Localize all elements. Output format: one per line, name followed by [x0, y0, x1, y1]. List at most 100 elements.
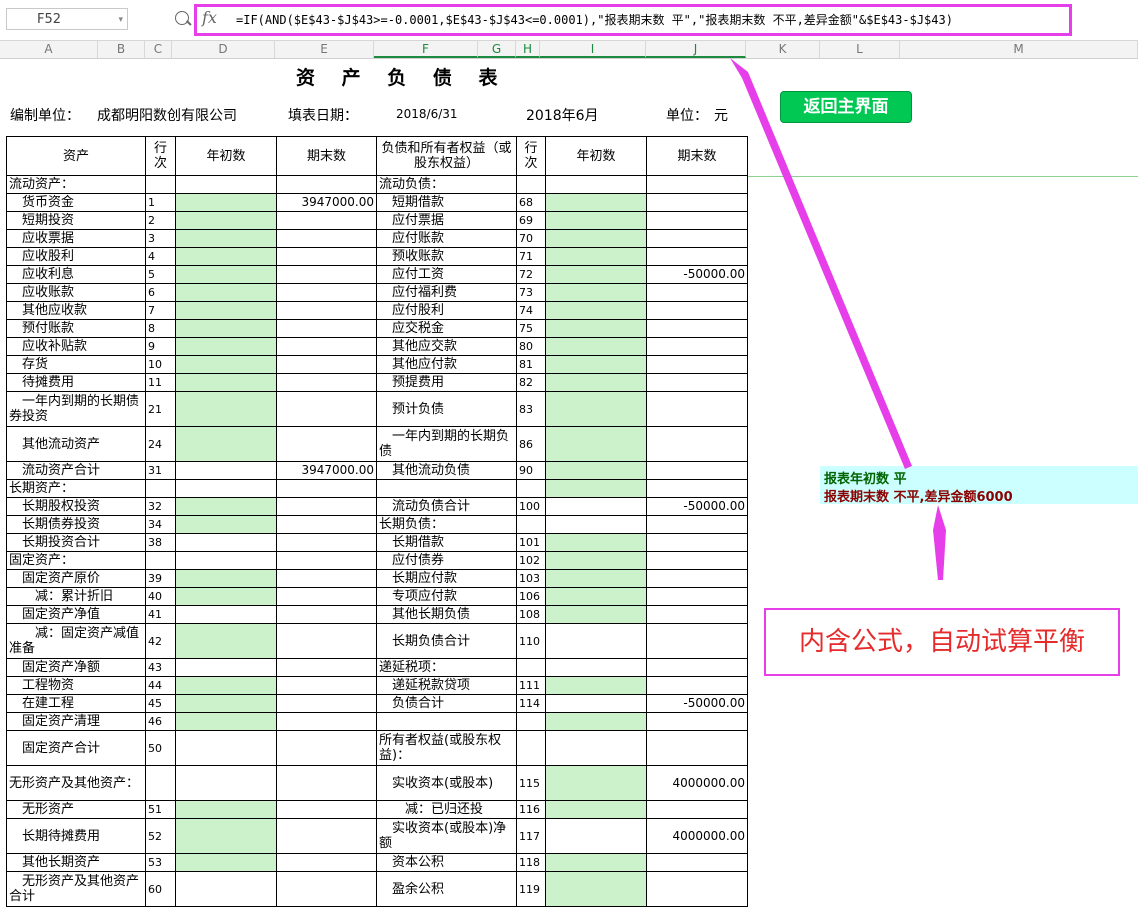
asset-name[interactable]: 长期资产：	[6, 479, 146, 498]
asset-begin-value[interactable]	[175, 229, 277, 248]
liability-end-value[interactable]	[646, 283, 748, 302]
liability-line-no[interactable]	[516, 479, 546, 498]
asset-end-value[interactable]	[276, 765, 377, 801]
asset-line-no[interactable]: 52	[145, 818, 176, 854]
liability-name[interactable]: 预提费用	[376, 373, 517, 392]
liability-end-value[interactable]	[646, 569, 748, 588]
liability-end-value[interactable]: -50000.00	[646, 694, 748, 713]
liability-begin-value[interactable]	[545, 283, 647, 302]
asset-name[interactable]: 在建工程	[6, 694, 146, 713]
asset-begin-value[interactable]	[175, 658, 277, 677]
asset-line-no[interactable]: 51	[145, 800, 176, 819]
liability-begin-value[interactable]	[545, 265, 647, 284]
liability-begin-value[interactable]	[545, 605, 647, 624]
liability-end-value[interactable]	[646, 605, 748, 624]
column-header-g[interactable]: G	[478, 41, 516, 58]
liability-begin-value[interactable]	[545, 175, 647, 194]
name-box[interactable]: F52 ▾	[6, 8, 128, 30]
liability-line-no[interactable]: 116	[516, 800, 546, 819]
asset-name[interactable]: 应收利息	[6, 265, 146, 284]
asset-end-value[interactable]	[276, 229, 377, 248]
asset-name[interactable]: 固定资产合计	[6, 730, 146, 766]
asset-begin-value[interactable]	[175, 587, 277, 606]
asset-name[interactable]: 待摊费用	[6, 373, 146, 392]
liability-line-no[interactable]: 103	[516, 569, 546, 588]
liability-end-value[interactable]	[646, 175, 748, 194]
liability-begin-value[interactable]	[545, 497, 647, 516]
asset-begin-value[interactable]	[175, 426, 277, 462]
asset-begin-value[interactable]	[175, 605, 277, 624]
asset-end-value[interactable]	[276, 551, 377, 570]
asset-name[interactable]: 其他长期资产	[6, 853, 146, 872]
asset-line-no[interactable]	[145, 479, 176, 498]
asset-name[interactable]: 固定资产：	[6, 551, 146, 570]
liability-name[interactable]: 流动负债：	[376, 175, 517, 194]
liability-end-value[interactable]	[646, 730, 748, 766]
liability-name[interactable]: 应付债券	[376, 551, 517, 570]
liability-begin-value[interactable]	[545, 853, 647, 872]
liability-begin-value[interactable]	[545, 426, 647, 462]
asset-end-value[interactable]	[276, 426, 377, 462]
liability-name[interactable]: 递延税款贷项	[376, 676, 517, 695]
asset-line-no[interactable]: 40	[145, 587, 176, 606]
asset-name[interactable]: 长期股权投资	[6, 497, 146, 516]
liability-end-value[interactable]: -50000.00	[646, 497, 748, 516]
asset-line-no[interactable]: 41	[145, 605, 176, 624]
liability-name[interactable]: 一年内到期的长期负债	[376, 426, 517, 462]
asset-line-no[interactable]: 38	[145, 533, 176, 552]
liability-name[interactable]: 其他应付款	[376, 355, 517, 374]
liability-name[interactable]: 盈余公积	[376, 871, 517, 907]
asset-end-value[interactable]	[276, 337, 377, 356]
liability-line-no[interactable]: 114	[516, 694, 546, 713]
liability-end-value[interactable]: 4000000.00	[646, 818, 748, 854]
asset-name[interactable]: 固定资产原价	[6, 569, 146, 588]
asset-name[interactable]: 应收补贴款	[6, 337, 146, 356]
liability-end-value[interactable]	[646, 551, 748, 570]
asset-name[interactable]: 流动资产：	[6, 175, 146, 194]
asset-begin-value[interactable]	[175, 175, 277, 194]
asset-name[interactable]: 预付账款	[6, 319, 146, 338]
liability-name[interactable]: 预收账款	[376, 247, 517, 266]
asset-begin-value[interactable]	[175, 730, 277, 766]
asset-line-no[interactable]: 43	[145, 658, 176, 677]
liability-line-no[interactable]: 81	[516, 355, 546, 374]
column-header-b[interactable]: B	[98, 41, 145, 58]
asset-name[interactable]: 固定资产净额	[6, 658, 146, 677]
asset-line-no[interactable]: 50	[145, 730, 176, 766]
liability-name[interactable]: 应付账款	[376, 229, 517, 248]
liability-name[interactable]: 实收资本(或股本)	[376, 765, 517, 801]
asset-line-no[interactable]	[145, 765, 176, 801]
liability-line-no[interactable]: 110	[516, 623, 546, 659]
liability-end-value[interactable]	[646, 301, 748, 320]
asset-begin-value[interactable]	[175, 247, 277, 266]
liability-line-no[interactable]	[516, 175, 546, 194]
liability-line-no[interactable]: 102	[516, 551, 546, 570]
liability-begin-value[interactable]	[545, 479, 647, 498]
liability-name[interactable]: 减：已归还投	[376, 800, 517, 819]
asset-begin-value[interactable]	[175, 765, 277, 801]
liability-end-value[interactable]	[646, 853, 748, 872]
liability-name[interactable]: 长期负债：	[376, 515, 517, 534]
liability-end-value[interactable]	[646, 800, 748, 819]
liability-begin-value[interactable]	[545, 587, 647, 606]
liability-begin-value[interactable]	[545, 818, 647, 854]
liability-line-no[interactable]: 73	[516, 283, 546, 302]
liability-begin-value[interactable]	[545, 247, 647, 266]
asset-name[interactable]: 固定资产清理	[6, 712, 146, 731]
asset-begin-value[interactable]	[175, 211, 277, 230]
asset-line-no[interactable]: 21	[145, 391, 176, 427]
asset-line-no[interactable]: 24	[145, 426, 176, 462]
liability-begin-value[interactable]	[545, 319, 647, 338]
liability-begin-value[interactable]	[545, 373, 647, 392]
column-header-h[interactable]: H	[516, 41, 540, 58]
liability-end-value[interactable]	[646, 391, 748, 427]
asset-end-value[interactable]	[276, 355, 377, 374]
asset-end-value[interactable]: 3947000.00	[276, 193, 377, 212]
column-header-i[interactable]: I	[540, 41, 646, 58]
liability-end-value[interactable]	[646, 658, 748, 677]
asset-name[interactable]: 减：累计折旧	[6, 587, 146, 606]
liability-end-value[interactable]	[646, 426, 748, 462]
liability-line-no[interactable]: 118	[516, 853, 546, 872]
liability-begin-value[interactable]	[545, 391, 647, 427]
liability-end-value[interactable]	[646, 319, 748, 338]
